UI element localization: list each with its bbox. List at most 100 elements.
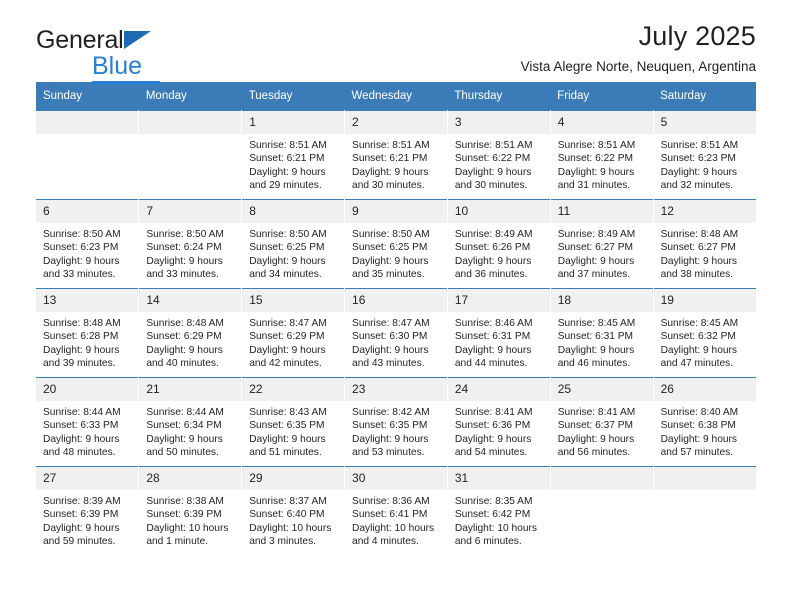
daylight-text-cont: and 54 minutes. bbox=[454, 447, 528, 459]
day-details: Sunrise: 8:46 AM Sunset: 6:31 PM Daylight:… bbox=[448, 312, 550, 371]
calendar-day-cell[interactable]: 17 Sunrise: 8:46 AM Sunset: 6:31 PM Dayligh… bbox=[447, 288, 551, 378]
day-details bbox=[654, 490, 756, 495]
sunrise-text: Sunrise: 8:51 AM bbox=[454, 140, 533, 151]
daylight-text-cont: and 53 minutes. bbox=[352, 447, 425, 459]
calendar-day-cell[interactable]: 22 Sunrise: 8:43 AM Sunset: 6:35 PM Dayligh… bbox=[241, 377, 346, 467]
sunset-text: Sunset: 6:25 PM bbox=[352, 242, 428, 254]
daylight-text-cont: and 32 minutes. bbox=[660, 180, 734, 192]
calendar-day-cell[interactable]: 24 Sunrise: 8:41 AM Sunset: 6:36 PM Dayligh… bbox=[447, 377, 551, 467]
sunrise-text: Sunrise: 8:48 AM bbox=[43, 318, 121, 329]
calendar-day-cell[interactable]: 20 Sunrise: 8:44 AM Sunset: 6:33 PM Dayligh… bbox=[36, 377, 140, 467]
day-number: 21 bbox=[139, 378, 242, 401]
calendar-day-cell[interactable]: 19 Sunrise: 8:45 AM Sunset: 6:32 PM Dayligh… bbox=[653, 288, 756, 378]
sunrise-text: Sunrise: 8:49 AM bbox=[454, 229, 533, 240]
daylight-text-cont: and 51 minutes. bbox=[249, 447, 322, 459]
calendar-day-cell[interactable]: 5 Sunrise: 8:51 AM Sunset: 6:23 PM Daylight… bbox=[653, 110, 756, 200]
daylight-text: Daylight: 9 hours bbox=[454, 344, 532, 356]
calendar-day-cell[interactable]: 29 Sunrise: 8:37 AM Sunset: 6:40 PM Dayligh… bbox=[241, 466, 346, 555]
daylight-text: Daylight: 9 hours bbox=[352, 433, 429, 445]
day-details: Sunrise: 8:44 AM Sunset: 6:34 PM Daylight:… bbox=[139, 401, 241, 460]
daylight-text: Daylight: 9 hours bbox=[146, 433, 223, 445]
sunrise-text: Sunrise: 8:45 AM bbox=[557, 318, 636, 329]
day-number: 28 bbox=[139, 467, 242, 490]
sunrise-text: Sunrise: 8:41 AM bbox=[557, 407, 636, 418]
daylight-text: Daylight: 9 hours bbox=[146, 255, 223, 267]
sunset-text: Sunset: 6:23 PM bbox=[43, 242, 119, 254]
calendar-day-cell[interactable]: 28 Sunrise: 8:38 AM Sunset: 6:39 PM Dayligh… bbox=[138, 466, 243, 555]
day-number: 14 bbox=[139, 289, 242, 312]
daylight-text: Daylight: 10 hours bbox=[352, 522, 435, 534]
day-number: 18 bbox=[550, 289, 653, 312]
calendar-week-row: 27 Sunrise: 8:39 AM Sunset: 6:39 PM Dayligh… bbox=[36, 466, 756, 555]
sunset-text: Sunset: 6:35 PM bbox=[249, 420, 325, 432]
calendar-day-cell[interactable]: 4 Sunrise: 8:51 AM Sunset: 6:22 PM Daylight… bbox=[550, 110, 654, 200]
calendar-day-cell[interactable]: 7 Sunrise: 8:50 AM Sunset: 6:24 PM Daylight… bbox=[138, 199, 243, 289]
day-number: 31 bbox=[447, 467, 550, 490]
sunset-text: Sunset: 6:28 PM bbox=[43, 331, 119, 343]
calendar-day-cell[interactable]: 9 Sunrise: 8:50 AM Sunset: 6:25 PM Daylight… bbox=[344, 199, 448, 289]
calendar-day-cell[interactable]: 15 Sunrise: 8:47 AM Sunset: 6:29 PM Dayligh… bbox=[241, 288, 346, 378]
calendar-day-cell[interactable]: 3 Sunrise: 8:51 AM Sunset: 6:22 PM Daylight… bbox=[447, 110, 551, 200]
daylight-text: Daylight: 9 hours bbox=[352, 344, 429, 356]
calendar-day-cell[interactable]: 2 Sunrise: 8:51 AM Sunset: 6:21 PM Daylight… bbox=[344, 110, 448, 200]
calendar-day-cell[interactable]: 18 Sunrise: 8:45 AM Sunset: 6:31 PM Dayligh… bbox=[550, 288, 654, 378]
calendar-day-cell[interactable]: 11 Sunrise: 8:49 AM Sunset: 6:27 PM Dayligh… bbox=[550, 199, 654, 289]
daylight-text: Daylight: 9 hours bbox=[352, 255, 429, 267]
calendar-day-cell[interactable]: 13 Sunrise: 8:48 AM Sunset: 6:28 PM Dayligh… bbox=[36, 288, 140, 378]
daylight-text-cont: and 43 minutes. bbox=[352, 358, 425, 370]
calendar-day-cell[interactable]: 8 Sunrise: 8:50 AM Sunset: 6:25 PM Daylight… bbox=[241, 199, 346, 289]
day-details: Sunrise: 8:45 AM Sunset: 6:31 PM Daylight:… bbox=[551, 312, 653, 371]
calendar-day-cell[interactable]: 16 Sunrise: 8:47 AM Sunset: 6:30 PM Dayligh… bbox=[344, 288, 448, 378]
generalblue-logo[interactable]: General Blue bbox=[36, 28, 246, 84]
calendar-day-cell[interactable]: 25 Sunrise: 8:41 AM Sunset: 6:37 PM Dayligh… bbox=[550, 377, 654, 467]
calendar-day-cell[interactable]: 21 Sunrise: 8:44 AM Sunset: 6:34 PM Dayligh… bbox=[138, 377, 243, 467]
daylight-text: Daylight: 9 hours bbox=[557, 433, 635, 445]
day-details bbox=[36, 134, 138, 139]
calendar-day-cell[interactable]: 1 Sunrise: 8:51 AM Sunset: 6:21 PM Daylight… bbox=[241, 110, 346, 200]
daylight-text: Daylight: 9 hours bbox=[43, 344, 120, 356]
day-details: Sunrise: 8:50 AM Sunset: 6:23 PM Daylight:… bbox=[36, 223, 138, 282]
daylight-text-cont: and 46 minutes. bbox=[557, 358, 631, 370]
calendar-week-row: 13 Sunrise: 8:48 AM Sunset: 6:28 PM Dayligh… bbox=[36, 288, 756, 378]
logo-triangle-icon bbox=[124, 31, 151, 49]
day-details: Sunrise: 8:48 AM Sunset: 6:28 PM Daylight:… bbox=[36, 312, 138, 371]
sunset-text: Sunset: 6:39 PM bbox=[146, 509, 222, 521]
daylight-text-cont: and 48 minutes. bbox=[43, 447, 116, 459]
calendar-day-cell[interactable]: 6 Sunrise: 8:50 AM Sunset: 6:23 PM Daylight… bbox=[36, 199, 140, 289]
weekday-header-wednesday: Wednesday bbox=[344, 82, 448, 111]
sunrise-text: Sunrise: 8:50 AM bbox=[249, 229, 327, 240]
weekday-header-friday: Friday bbox=[550, 82, 654, 111]
sunset-text: Sunset: 6:38 PM bbox=[660, 420, 736, 432]
calendar-day-cell[interactable]: 23 Sunrise: 8:42 AM Sunset: 6:35 PM Dayligh… bbox=[344, 377, 448, 467]
daylight-text: Daylight: 10 hours bbox=[454, 522, 537, 534]
day-details: Sunrise: 8:35 AM Sunset: 6:42 PM Daylight:… bbox=[448, 490, 550, 549]
sunrise-text: Sunrise: 8:39 AM bbox=[43, 496, 121, 507]
calendar-day-cell[interactable]: 26 Sunrise: 8:40 AM Sunset: 6:38 PM Dayligh… bbox=[653, 377, 756, 467]
logo-line-blue: Blue bbox=[92, 54, 246, 84]
day-number: 3 bbox=[447, 111, 550, 134]
day-number: 19 bbox=[653, 289, 756, 312]
sunset-text: Sunset: 6:24 PM bbox=[146, 242, 222, 254]
daylight-text-cont: and 30 minutes. bbox=[454, 180, 528, 192]
sunset-text: Sunset: 6:29 PM bbox=[249, 331, 325, 343]
day-number: 23 bbox=[345, 378, 447, 401]
daylight-text: Daylight: 9 hours bbox=[146, 344, 223, 356]
sunrise-text: Sunrise: 8:50 AM bbox=[352, 229, 430, 240]
day-number: 29 bbox=[242, 467, 345, 490]
sunrise-text: Sunrise: 8:46 AM bbox=[454, 318, 533, 329]
sunrise-text: Sunrise: 8:47 AM bbox=[352, 318, 430, 329]
weekday-header-thursday: Thursday bbox=[447, 82, 551, 111]
daylight-text-cont: and 40 minutes. bbox=[146, 358, 219, 370]
day-number bbox=[139, 111, 242, 134]
day-number: 11 bbox=[550, 200, 653, 223]
calendar-day-cell[interactable]: 27 Sunrise: 8:39 AM Sunset: 6:39 PM Dayligh… bbox=[36, 466, 140, 555]
daylight-text-cont: and 31 minutes. bbox=[557, 180, 631, 192]
sunset-text: Sunset: 6:35 PM bbox=[352, 420, 428, 432]
daylight-text-cont: and 4 minutes. bbox=[352, 536, 419, 548]
calendar-day-cell[interactable]: 31 Sunrise: 8:35 AM Sunset: 6:42 PM Dayligh… bbox=[447, 466, 551, 555]
calendar-day-cell[interactable]: 10 Sunrise: 8:49 AM Sunset: 6:26 PM Dayligh… bbox=[447, 199, 551, 289]
calendar-day-cell[interactable]: 14 Sunrise: 8:48 AM Sunset: 6:29 PM Dayligh… bbox=[138, 288, 243, 378]
calendar-day-cell[interactable]: 12 Sunrise: 8:48 AM Sunset: 6:27 PM Dayligh… bbox=[653, 199, 756, 289]
sunrise-text: Sunrise: 8:51 AM bbox=[249, 140, 327, 151]
calendar-day-cell[interactable]: 30 Sunrise: 8:36 AM Sunset: 6:41 PM Dayligh… bbox=[344, 466, 448, 555]
